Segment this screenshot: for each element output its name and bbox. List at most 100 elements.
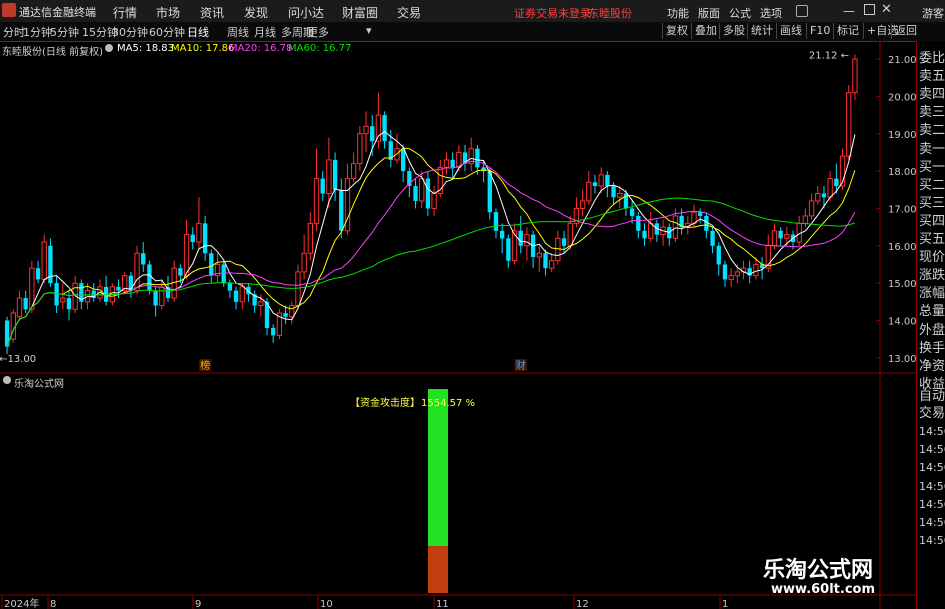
candle-body — [375, 114, 382, 142]
indicator-settings-icon[interactable] — [3, 376, 11, 384]
menu-shichang[interactable]: 市场 — [156, 4, 180, 21]
period-tab-5[interactable]: 60分钟 — [149, 24, 185, 40]
panel-badge: 80 1000 — [929, 41, 945, 43]
candle-body — [561, 238, 567, 246]
minimize-icon[interactable]: — — [843, 4, 855, 18]
period-tab-0[interactable]: 分时 — [3, 24, 25, 40]
message-icon[interactable] — [796, 5, 808, 17]
candle-body — [66, 298, 72, 310]
period-tab-10[interactable]: 更多 — [307, 24, 329, 40]
indicator-name[interactable]: 乐淘公式网 — [14, 375, 64, 390]
candle-body — [41, 241, 47, 280]
menu-hangqing[interactable]: 行情 — [113, 4, 137, 21]
watermark-url: www.60lt.com — [771, 582, 876, 597]
candle-body — [648, 222, 654, 239]
candle-body — [147, 264, 152, 291]
ytick-label-0: 21.00 — [888, 55, 916, 66]
close-icon[interactable]: ✕ — [881, 2, 892, 17]
candle-body — [771, 230, 778, 247]
ytick-label-4: 17.00 — [888, 204, 916, 215]
candle-body — [852, 58, 858, 94]
toolbar-btn-8[interactable]: 返回 — [891, 23, 920, 39]
candle-body — [233, 290, 239, 302]
candle-body — [209, 253, 214, 276]
menu-gongneng[interactable]: 功能 — [667, 5, 689, 21]
period-tab-2[interactable]: 5分钟 — [50, 24, 79, 40]
candle-body — [549, 260, 555, 269]
xtick-label-3: 10 — [320, 599, 333, 609]
candle-body — [419, 178, 425, 202]
indicator-header: 乐淘公式网 — [0, 374, 915, 390]
candle-body — [567, 222, 573, 247]
ytick-label-2: 19.00 — [888, 130, 916, 141]
candle-body — [524, 234, 530, 247]
candle-body — [716, 245, 721, 265]
candle-body — [821, 193, 827, 198]
candle-body — [141, 253, 146, 265]
candle-body — [35, 268, 41, 280]
toolbar-btn-5[interactable]: F10 — [806, 23, 833, 39]
period-tab-8[interactable]: 月线 — [254, 24, 276, 40]
quote-label-14: 总量 — [919, 304, 945, 320]
ytick-label-3: 18.00 — [888, 167, 916, 178]
period-tab-6[interactable]: 日线 — [187, 24, 209, 40]
candle-body — [370, 126, 375, 142]
menu-wenxiaoda[interactable]: 问小达 — [288, 4, 324, 21]
toolbar-btn-6[interactable]: 标记 — [833, 23, 862, 39]
menu-zixun[interactable]: 资讯 — [200, 4, 224, 21]
period-tab-4[interactable]: 30分钟 — [112, 24, 148, 40]
maximize-icon[interactable] — [864, 4, 875, 15]
menu-faxian[interactable]: 发现 — [244, 4, 268, 21]
candle-body — [450, 159, 455, 168]
login-status[interactable]: 证券交易未登录 — [514, 5, 591, 21]
menu-caifuquan[interactable]: 财富圈 — [342, 4, 378, 21]
candle-body — [827, 178, 833, 198]
toolbar-btn-1[interactable]: 叠加 — [691, 23, 720, 39]
app-logo-icon — [2, 3, 16, 17]
candle-body — [271, 327, 276, 336]
candle-body — [475, 148, 480, 168]
current-stock: 东睦股份 — [588, 7, 632, 20]
candle-body — [196, 222, 202, 243]
high-price-label: 21.12 ← — [809, 51, 849, 62]
ytick-label-1: 20.00 — [888, 92, 916, 103]
more-chevron-icon[interactable]: ▾ — [366, 24, 372, 37]
quote-label-15: 外盘 — [919, 322, 945, 338]
toolbar-btn-2[interactable]: 多股 — [719, 23, 748, 39]
toolbar-btn-4[interactable]: 画线 — [776, 23, 805, 39]
candle-body — [289, 305, 295, 318]
app-title: 通达信金融终端 — [19, 6, 96, 19]
toolbar-btn-0[interactable]: 复权 — [662, 23, 691, 39]
kline-chart[interactable]: 21.00 20.00 19.00 18.00 17.00 16.00 15.00 14.00… — [0, 41, 916, 609]
menu-jiaoyi[interactable]: 交易 — [397, 4, 421, 21]
candle-body — [722, 264, 728, 280]
menu-bar: 通达信金融终端 行情 市场 资讯 发现 问小达 财富圈 交易 证券交易未登录 东… — [0, 0, 945, 23]
toolbar-btn-3[interactable]: 统计 — [747, 23, 776, 39]
candle-body — [60, 297, 66, 303]
candle-body — [239, 286, 245, 303]
quote-label-11: 现价 — [919, 250, 945, 266]
xtick-label-2: 9 — [195, 599, 201, 609]
indicator-label: 【资金攻击度】 — [350, 396, 420, 409]
quote-panel: 80 1000 委比卖五卖四卖三卖二卖一买一买二买三买四买五现价涨跌涨幅总量外盘换… — [916, 41, 945, 609]
menu-banmian[interactable]: 版面 — [698, 5, 720, 21]
quote-label-9: 买四 — [919, 213, 945, 229]
candle-body — [425, 178, 431, 209]
menu-gongshi[interactable]: 公式 — [729, 5, 751, 21]
candle-body — [579, 200, 586, 209]
period-tab-7[interactable]: 周线 — [227, 24, 249, 40]
candle-body — [202, 223, 208, 254]
trade-time-3: 14:56 — [919, 479, 945, 493]
candle-body — [400, 148, 406, 172]
user-label[interactable]: 游客 — [922, 5, 944, 21]
candle-body — [518, 230, 523, 246]
ma-line-MA60 — [6, 197, 856, 347]
candle-body — [778, 230, 783, 239]
watermark-title: 乐淘公式网 — [763, 558, 874, 583]
quote-label-3: 卖三 — [919, 105, 945, 121]
period-tab-1[interactable]: 1分钟 — [23, 24, 52, 40]
trade-label-1[interactable]: 交易 — [919, 402, 945, 421]
candle-body — [592, 182, 598, 187]
menu-xuanxiang[interactable]: 选项 — [760, 5, 782, 21]
quote-label-12: 涨跌 — [919, 268, 945, 284]
